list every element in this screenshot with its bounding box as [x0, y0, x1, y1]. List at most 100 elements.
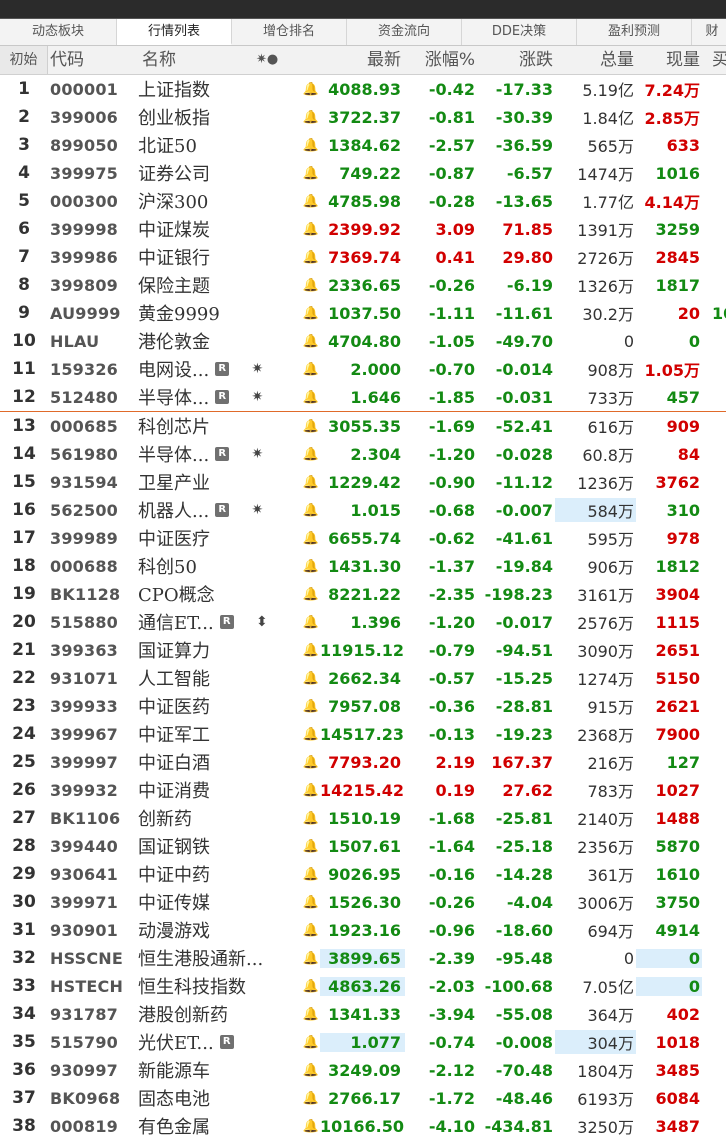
- bell-icon[interactable]: 🔔: [302, 419, 320, 434]
- table-row[interactable]: 3 899050 北证50 🔔 1384.62 -2.57 -36.59 565万 633: [0, 131, 726, 159]
- bell-icon[interactable]: 🔔: [302, 1091, 320, 1106]
- bell-icon[interactable]: 🔔: [302, 867, 320, 882]
- table-row[interactable]: 5 000300 沪深300 🔔 4785.98 -0.28 -13.65 1.77亿 4.14…: [0, 187, 726, 215]
- table-row[interactable]: 29 930641 中证中药 🔔 9026.95 -0.16 -14.28 361万 1610: [0, 860, 726, 888]
- table-row[interactable]: 10 HLAU 港伦敦金 🔔 4704.80 -1.05 -49.70 0 0: [0, 327, 726, 355]
- table-row[interactable]: 16 562500 机器人... R ✷ 🔔 1.015 -0.68 -0.007 584万 310: [0, 496, 726, 524]
- bell-icon[interactable]: 🔔: [302, 587, 320, 602]
- tab-profit-forecast[interactable]: 盈利预测: [577, 19, 692, 45]
- change-amount: -11.61: [495, 303, 553, 323]
- table-row[interactable]: 30 399971 中证传媒 🔔 1526.30 -0.26 -4.04 3006万 3750: [0, 888, 726, 916]
- bell-icon[interactable]: 🔔: [302, 755, 320, 770]
- tab-quote-list[interactable]: 行情列表: [117, 19, 232, 45]
- col-header-name[interactable]: 名称: [138, 46, 256, 74]
- table-row[interactable]: 15 931594 卫星产业 🔔 1229.42 -0.90 -11.12 1236万 3762: [0, 468, 726, 496]
- bell-icon[interactable]: 🔔: [302, 334, 320, 349]
- bell-icon[interactable]: 🔔: [302, 306, 320, 321]
- table-row[interactable]: 19 BK1128 CPO概念 🔔 8221.22 -2.35 -198.23 3161万 39…: [0, 580, 726, 608]
- table-row[interactable]: 12 512480 半导体... R ✷ 🔔 1.646 -1.85 -0.031 733万 457: [0, 383, 726, 412]
- table-row[interactable]: 28 399440 国证钢铁 🔔 1507.61 -1.64 -25.18 2356万 5870: [0, 832, 726, 860]
- bell-icon[interactable]: 🔔: [302, 503, 320, 518]
- table-row[interactable]: 37 BK0968 固态电池 🔔 2766.17 -1.72 -48.46 6193万 6084: [0, 1084, 726, 1112]
- bell-icon[interactable]: 🔔: [302, 559, 320, 574]
- table-row[interactable]: 13 000685 科创芯片 🔔 3055.35 -1.69 -52.41 616万 909: [0, 412, 726, 440]
- bell-icon[interactable]: 🔔: [302, 1063, 320, 1078]
- bell-icon[interactable]: 🔔: [302, 1035, 320, 1050]
- table-row[interactable]: 27 BK1106 创新药 🔔 1510.19 -1.68 -25.81 2140万 1488: [0, 804, 726, 832]
- bell-icon[interactable]: 🔔: [302, 110, 320, 125]
- bell-icon[interactable]: 🔔: [302, 1119, 320, 1134]
- bell-icon[interactable]: 🔔: [302, 475, 320, 490]
- table-row[interactable]: 6 399998 中证煤炭 🔔 2399.92 3.09 71.85 1391万 3259: [0, 215, 726, 243]
- tab-capital-flow[interactable]: 资金流向: [347, 19, 462, 45]
- tab-more[interactable]: 财: [692, 19, 726, 45]
- bell-icon[interactable]: 🔔: [302, 979, 320, 994]
- col-header-current[interactable]: 现量: [636, 46, 702, 74]
- table-row[interactable]: 24 399967 中证军工 🔔 14517.23 -0.13 -19.23 2368万 790…: [0, 720, 726, 748]
- tab-dde-decision[interactable]: DDE决策: [462, 19, 577, 45]
- table-row[interactable]: 11 159326 电网设... R ✷ 🔔 2.000 -0.70 -0.014 908万 1.0…: [0, 355, 726, 383]
- bell-icon[interactable]: 🔔: [302, 811, 320, 826]
- bell-icon[interactable]: 🔔: [302, 82, 320, 97]
- bell-icon[interactable]: 🔔: [302, 194, 320, 209]
- bell-icon[interactable]: 🔔: [302, 390, 320, 405]
- bell-icon[interactable]: 🔔: [302, 643, 320, 658]
- table-row[interactable]: 2 399006 创业板指 🔔 3722.37 -0.81 -30.39 1.84亿 2.85万: [0, 103, 726, 131]
- change-percent: -0.68: [428, 500, 475, 520]
- table-row[interactable]: 7 399986 中证银行 🔔 7369.74 0.41 29.80 2726万 2845: [0, 243, 726, 271]
- table-row[interactable]: 33 HSTECH 恒生科技指数 🔔 4863.26 -2.03 -100.68 7.05亿 0: [0, 972, 726, 1000]
- bell-icon[interactable]: 🔔: [302, 727, 320, 742]
- table-row[interactable]: 9 AU9999 黄金9999 🔔 1037.50 -1.11 -11.61 30.2万 20 1…: [0, 299, 726, 327]
- bell-icon[interactable]: 🔔: [302, 138, 320, 153]
- tab-position-ranking[interactable]: 增仓排名: [232, 19, 347, 45]
- col-header-chg[interactable]: 涨跌: [477, 46, 555, 74]
- init-button[interactable]: 初始: [0, 46, 48, 74]
- tab-dynamic-sectors[interactable]: 动态板块: [0, 19, 117, 45]
- table-row[interactable]: 36 930997 新能源车 🔔 3249.09 -2.12 -70.48 1804万 3485: [0, 1056, 726, 1084]
- table-row[interactable]: 22 931071 人工智能 🔔 2662.34 -0.57 -15.25 1274万 5150: [0, 664, 726, 692]
- table-row[interactable]: 23 399933 中证医药 🔔 7957.08 -0.36 -28.81 915万 2621: [0, 692, 726, 720]
- col-header-last[interactable]: 最新: [320, 46, 405, 74]
- bell-icon[interactable]: 🔔: [302, 1007, 320, 1022]
- table-row[interactable]: 25 399997 中证白酒 🔔 7793.20 2.19 167.37 216万 127: [0, 748, 726, 776]
- table-row[interactable]: 32 HSSCNE 恒生港股通新... 🔔 3899.65 -2.39 -95.48 0 0: [0, 944, 726, 972]
- bell-icon[interactable]: 🔔: [302, 699, 320, 714]
- bell-icon[interactable]: 🔔: [302, 951, 320, 966]
- bell-icon[interactable]: 🔔: [302, 278, 320, 293]
- table-row[interactable]: 26 399932 中证消费 🔔 14215.42 0.19 27.62 783万 1027: [0, 776, 726, 804]
- table-row[interactable]: 1 000001 上证指数 🔔 4088.93 -0.42 -17.33 5.19亿 7.24万: [0, 75, 726, 103]
- table-row[interactable]: 17 399989 中证医疗 🔔 6655.74 -0.62 -41.61 595万 978: [0, 524, 726, 552]
- col-header-volume[interactable]: 总量: [555, 46, 636, 74]
- bell-icon[interactable]: 🔔: [302, 222, 320, 237]
- security-code: 931594: [50, 472, 118, 492]
- bell-icon[interactable]: 🔔: [302, 923, 320, 938]
- table-row[interactable]: 21 399363 国证算力 🔔 11915.12 -0.79 -94.51 3090万 265…: [0, 636, 726, 664]
- table-row[interactable]: 18 000688 科创50 🔔 1431.30 -1.37 -19.84 906万 1812: [0, 552, 726, 580]
- bell-icon[interactable]: 🔔: [302, 783, 320, 798]
- table-row[interactable]: 34 931787 港股创新药 🔔 1341.33 -3.94 -55.08 364万 402: [0, 1000, 726, 1028]
- bell-icon[interactable]: 🔔: [302, 895, 320, 910]
- bell-icon[interactable]: 🔔: [302, 166, 320, 181]
- bell-icon[interactable]: 🔔: [302, 671, 320, 686]
- bell-icon[interactable]: 🔔: [302, 615, 320, 630]
- bell-icon[interactable]: 🔔: [302, 447, 320, 462]
- total-volume: 2356万: [555, 834, 636, 858]
- col-header-mark[interactable]: ✷●: [256, 46, 302, 74]
- row-index: 13: [12, 416, 36, 436]
- bell-icon[interactable]: 🔔: [302, 839, 320, 854]
- table-row[interactable]: 31 930901 动漫游戏 🔔 1923.16 -0.96 -18.60 694万 4914: [0, 916, 726, 944]
- table-row[interactable]: 35 515790 光伏ET... R 🔔 1.077 -0.74 -0.008 304万 101…: [0, 1028, 726, 1056]
- table-row[interactable]: 20 515880 通信ET... R ⬍ 🔔 1.396 -1.20 -0.017 2576万 1…: [0, 608, 726, 636]
- bell-icon[interactable]: 🔔: [302, 250, 320, 265]
- bell-icon[interactable]: 🔔: [302, 531, 320, 546]
- total-volume-value: 584: [587, 502, 618, 521]
- table-row[interactable]: 14 561980 半导体... R ✷ 🔔 2.304 -1.20 -0.028 60.8万 84: [0, 440, 726, 468]
- table-row[interactable]: 4 399975 证券公司 🔔 749.22 -0.87 -6.57 1474万 1016: [0, 159, 726, 187]
- bell-icon[interactable]: 🔔: [302, 362, 320, 377]
- table-row[interactable]: 38 000819 有色金属 🔔 10166.50 -4.10 -434.81 3250万 34…: [0, 1112, 726, 1140]
- col-header-buy[interactable]: 买: [702, 46, 726, 74]
- table-row[interactable]: 8 399809 保险主题 🔔 2336.65 -0.26 -6.19 1326万 1817: [0, 271, 726, 299]
- change-amount: -19.84: [495, 556, 553, 576]
- col-header-code[interactable]: 代码: [48, 46, 138, 74]
- col-header-pct[interactable]: 涨幅%: [405, 46, 477, 74]
